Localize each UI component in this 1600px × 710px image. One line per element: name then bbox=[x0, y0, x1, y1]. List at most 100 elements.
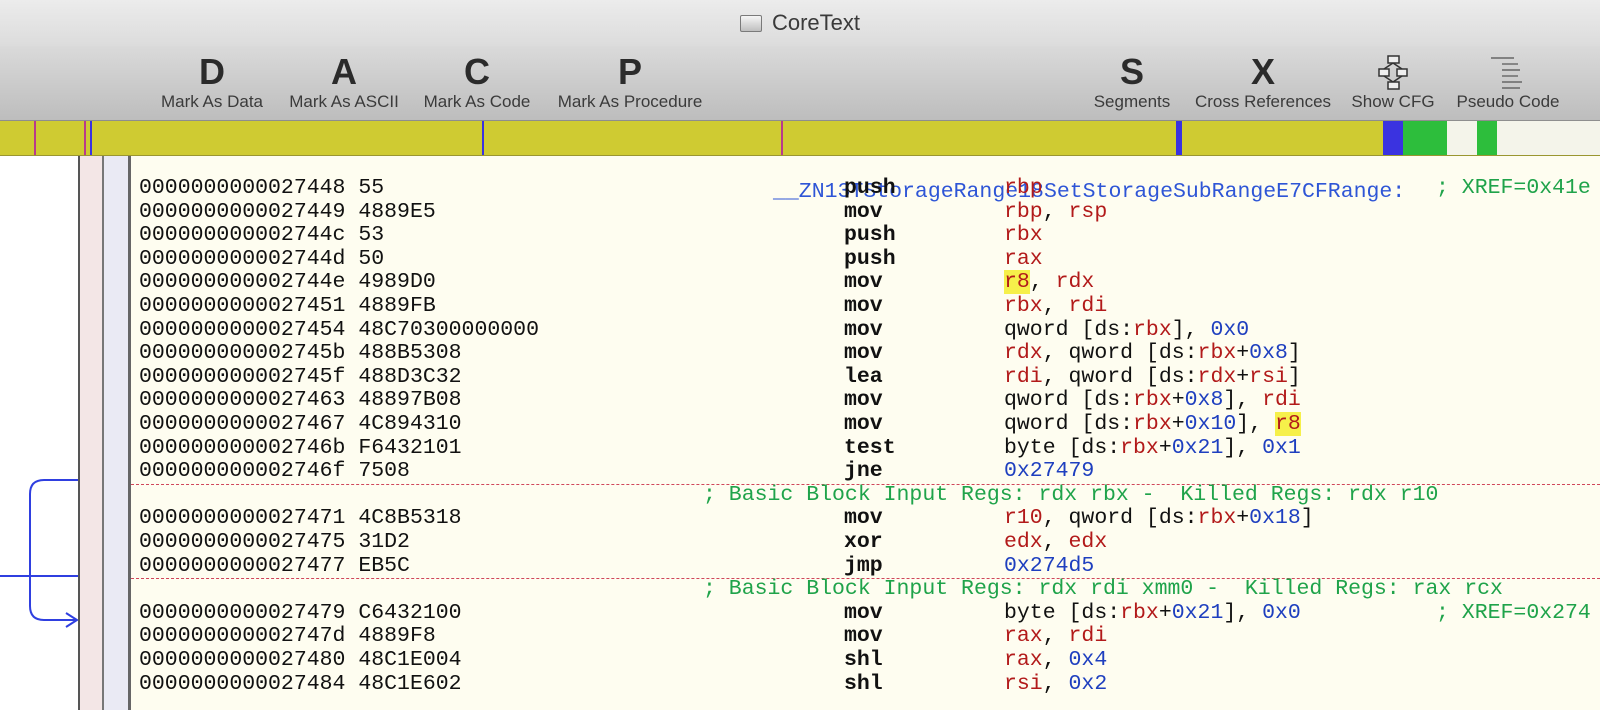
instruction-row[interactable]: 000000000002744d 50 push rax bbox=[131, 247, 1600, 271]
instruction-mnemonic: mov bbox=[844, 388, 883, 413]
instruction-mnemonic: push bbox=[844, 246, 896, 271]
instruction-mnemonic: mov bbox=[844, 317, 883, 342]
operand-register[interactable]: edx bbox=[1069, 530, 1108, 554]
operand-text: , qword [ds: bbox=[1042, 506, 1198, 531]
instruction-operands: rdi, qword [ds:rdx+rsi] bbox=[1004, 365, 1301, 389]
show-cfg-button[interactable]: Show CFG bbox=[1348, 52, 1438, 112]
instruction-row[interactable]: 0000000000027449 4889E5 mov rbp, rsp bbox=[131, 200, 1600, 224]
instruction-mnemonic: mov bbox=[844, 294, 883, 318]
instruction-row[interactable]: 0000000000027471 4C8B5318 mov r10, qword [… bbox=[131, 506, 1600, 530]
operand-register[interactable]: rdi bbox=[1069, 294, 1108, 318]
instruction-row[interactable]: 0000000000027454 48C70300000000 mov qword … bbox=[131, 318, 1600, 342]
instruction-address: 000000000002744e 4989D0 bbox=[139, 270, 436, 295]
mark-as-procedure-button[interactable]: P Mark As Procedure bbox=[550, 52, 710, 112]
operand-register[interactable]: rbx bbox=[1004, 223, 1043, 247]
mark-as-code-button[interactable]: C Mark As Code bbox=[418, 52, 536, 112]
segments-button[interactable]: S Segments bbox=[1092, 52, 1172, 112]
nav-marker bbox=[1497, 121, 1600, 155]
operand-register[interactable]: rax bbox=[1004, 247, 1043, 271]
operand-text: ], bbox=[1236, 412, 1275, 436]
instruction-row[interactable]: 0000000000027448 55 push rbp ; XREF=0x41e bbox=[131, 176, 1600, 200]
operand-text: , bbox=[1042, 648, 1069, 672]
instruction-operands: 0x274d5 bbox=[1004, 554, 1094, 578]
mark-as-data-button[interactable]: D Mark As Data bbox=[156, 52, 268, 112]
operand-number[interactable]: 0x0 bbox=[1262, 601, 1301, 625]
operand-register[interactable]: rbx bbox=[1133, 388, 1172, 412]
instruction-operands: rdx, qword [ds:rbx+0x8] bbox=[1004, 341, 1301, 365]
operand-text: ], bbox=[1223, 388, 1263, 413]
operand-register[interactable]: rdi bbox=[1069, 624, 1108, 648]
xref-comment[interactable]: ; XREF=0x41e bbox=[1436, 176, 1591, 200]
instruction-address: 0000000000027449 4889E5 bbox=[139, 199, 436, 224]
operand-register[interactable]: r8 bbox=[1004, 270, 1030, 295]
basic-block-comment: ; Basic Block Input Regs: rdx rbx - Kill… bbox=[703, 482, 1439, 507]
instruction-row[interactable]: 000000000002746b F6432101 test byte [ds:rb… bbox=[131, 436, 1600, 460]
operand-register[interactable]: rax bbox=[1004, 624, 1043, 648]
operand-register[interactable]: r10 bbox=[1004, 506, 1043, 530]
operand-register[interactable]: rdi bbox=[1262, 388, 1301, 412]
operand-number[interactable]: 0x21 bbox=[1172, 436, 1224, 460]
operand-register[interactable]: rbx bbox=[1133, 318, 1172, 342]
instruction-row[interactable]: 0000000000027484 48C1E602 shl rsi, 0x2 bbox=[131, 672, 1600, 696]
instruction-address: 0000000000027448 55 bbox=[139, 176, 385, 200]
operand-number[interactable]: 0x274d5 bbox=[1004, 554, 1094, 578]
operand-number[interactable]: 0x4 bbox=[1069, 648, 1108, 672]
operand-number[interactable]: 0x21 bbox=[1172, 601, 1224, 625]
instruction-row[interactable]: 0000000000027477 EB5C jmp 0x274d5 bbox=[131, 554, 1600, 578]
instruction-operands: r8, rdx bbox=[1004, 270, 1095, 295]
marker-column[interactable] bbox=[104, 156, 128, 710]
operand-register[interactable]: rdx bbox=[1004, 341, 1043, 365]
operand-number[interactable]: 0x0 bbox=[1210, 318, 1249, 342]
operand-register[interactable]: rsi bbox=[1249, 365, 1288, 389]
instruction-row[interactable]: 000000000002744e 4989D0 mov r8, rdx bbox=[131, 270, 1600, 295]
instruction-mnemonic: shl bbox=[844, 648, 883, 672]
operand-number[interactable]: 0x10 bbox=[1185, 412, 1237, 436]
instruction-mnemonic: mov bbox=[844, 624, 883, 649]
operand-register[interactable]: rdx bbox=[1056, 270, 1095, 294]
operand-register[interactable]: rbx bbox=[1198, 341, 1237, 365]
operand-register[interactable]: edx bbox=[1004, 530, 1043, 554]
operand-register[interactable]: rbx bbox=[1120, 436, 1159, 460]
operand-register[interactable]: rax bbox=[1004, 648, 1043, 672]
operand-register[interactable]: rbx bbox=[1120, 601, 1159, 625]
operand-register[interactable]: rsi bbox=[1004, 672, 1043, 696]
instruction-operands: qword [ds:rbx], 0x0 bbox=[1004, 318, 1249, 342]
instruction-row[interactable]: 0000000000027463 48897B08 mov qword [ds:rb… bbox=[131, 388, 1600, 412]
operand-register[interactable]: rbp bbox=[1004, 200, 1043, 224]
instruction-row[interactable]: 000000000002744c 53 push rbx bbox=[131, 223, 1600, 247]
operand-register[interactable]: r8 bbox=[1274, 412, 1301, 436]
operand-register[interactable]: rbx bbox=[1004, 294, 1043, 318]
operand-number[interactable]: 0x2 bbox=[1069, 672, 1108, 696]
instruction-row[interactable]: 000000000002745b 488B5308 mov rdx, qword [… bbox=[131, 341, 1600, 365]
instruction-mnemonic: mov bbox=[844, 600, 883, 625]
operand-register[interactable]: rdi bbox=[1004, 365, 1043, 389]
instruction-row[interactable]: 000000000002746f 7508 jne 0x27479 bbox=[131, 459, 1600, 483]
disassembly-listing[interactable]: __ZN13TStorageRange18SetStorageSubRangeE… bbox=[131, 156, 1600, 710]
operand-number[interactable]: 0x18 bbox=[1249, 506, 1301, 530]
instruction-row[interactable]: 0000000000027480 48C1E004 shl rax, 0x4 bbox=[131, 648, 1600, 672]
instruction-operands: rbx bbox=[1004, 223, 1043, 247]
instruction-row[interactable]: 0000000000027479 C6432100 mov byte [ds:rbx… bbox=[131, 601, 1600, 625]
operand-number[interactable]: 0x27479 bbox=[1004, 459, 1094, 483]
instruction-row[interactable]: 000000000002747d 4889F8 mov rax, rdi bbox=[131, 624, 1600, 648]
navigation-bar[interactable] bbox=[0, 121, 1600, 156]
instruction-row[interactable]: 000000000002745f 488D3C32 lea rdi, qword [… bbox=[131, 365, 1600, 389]
operand-register[interactable]: rbx bbox=[1198, 506, 1237, 530]
operand-register[interactable]: rbp bbox=[1004, 176, 1043, 200]
cross-references-button[interactable]: X Cross References bbox=[1190, 52, 1336, 112]
operand-number[interactable]: 0x8 bbox=[1185, 388, 1224, 412]
operand-text: , bbox=[1029, 270, 1056, 295]
operand-number[interactable]: 0x1 bbox=[1262, 436, 1301, 460]
instruction-row[interactable]: 0000000000027451 4889FB mov rbx, rdi bbox=[131, 294, 1600, 318]
breakpoint-column[interactable] bbox=[80, 156, 102, 710]
pseudo-code-button[interactable]: Pseudo Code bbox=[1452, 52, 1564, 112]
instruction-row[interactable]: 0000000000027475 31D2 xor edx, edx bbox=[131, 530, 1600, 554]
operand-register[interactable]: rbx bbox=[1133, 412, 1172, 436]
instruction-row[interactable]: 0000000000027467 4C894310 mov qword [ds:rb… bbox=[131, 412, 1600, 436]
nav-marker bbox=[34, 121, 36, 155]
operand-register[interactable]: rsp bbox=[1069, 200, 1108, 224]
operand-register[interactable]: rdx bbox=[1198, 365, 1237, 389]
mark-as-ascii-button[interactable]: A Mark As ASCII bbox=[284, 52, 404, 112]
xref-comment[interactable]: ; XREF=0x274 bbox=[1436, 601, 1591, 625]
operand-number[interactable]: 0x8 bbox=[1249, 341, 1288, 365]
